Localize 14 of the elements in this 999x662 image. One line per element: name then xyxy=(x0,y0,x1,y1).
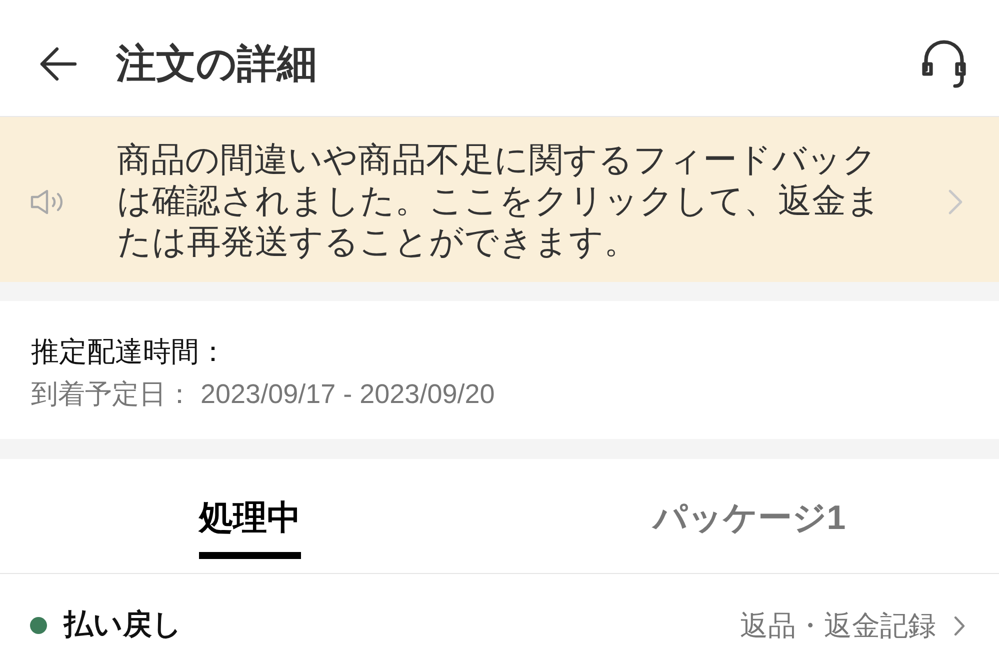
delivery-label: 推定配達時間： xyxy=(31,337,227,367)
back-arrow-icon xyxy=(39,47,77,81)
page-title: 注文の詳細 xyxy=(116,44,317,84)
tab[interactable]: 処理中 xyxy=(198,498,301,559)
refund-status: 払い戻し xyxy=(64,608,182,643)
return-refund-history-link[interactable]: 返品・返金記録 xyxy=(740,604,965,646)
notice-text: 商品の間違いや商品不足に関するフィードバックは確認されました。ここをクリックして、返金または再発送することができます。 xyxy=(117,140,882,263)
chevron-right-icon xyxy=(948,188,963,214)
chevron-right-icon xyxy=(954,616,965,636)
notice-banner[interactable]: 商品の間違いや商品不足に関するフィードバックは確認されました。ここをクリックして、返金または再発送することができます。 xyxy=(0,117,999,282)
headset-icon xyxy=(922,40,966,88)
customer-service-button[interactable] xyxy=(921,39,967,89)
arrival-date-range: 到着予定日： 2023/09/17 - 2023/09/20 xyxy=(31,379,495,409)
tab[interactable]: パッケージ1 xyxy=(652,498,846,559)
